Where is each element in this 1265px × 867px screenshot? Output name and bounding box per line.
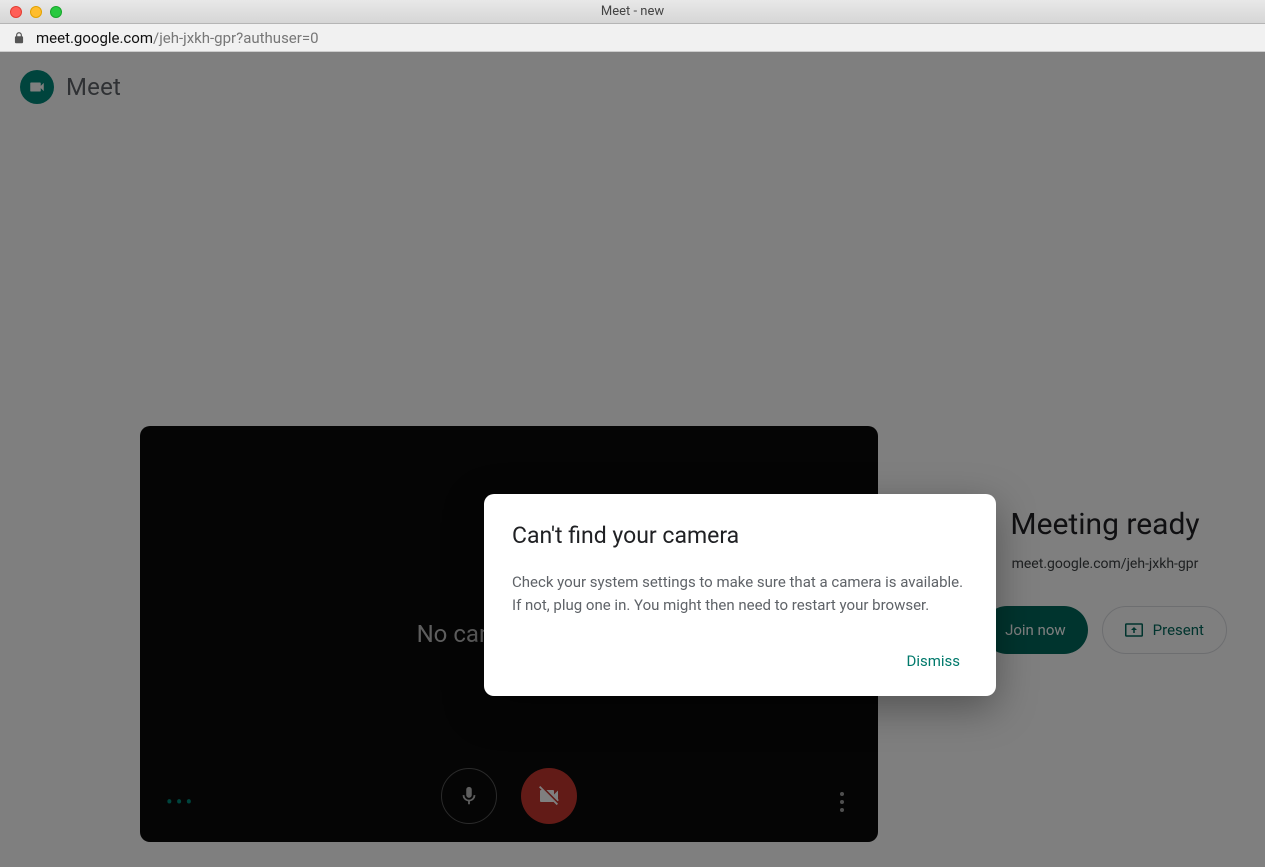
url-path: /jeh-jxkh-gpr?authuser=0 [153, 29, 319, 47]
dialog-actions: Dismiss [512, 644, 968, 678]
url-host: meet.google.com [36, 29, 153, 47]
dialog-body: Check your system settings to make sure … [512, 571, 968, 618]
lock-icon [12, 31, 26, 45]
address-bar[interactable]: meet.google.com/jeh-jxkh-gpr?authuser=0 [0, 24, 1265, 52]
window-title: Meet - new [0, 4, 1265, 19]
dismiss-button[interactable]: Dismiss [898, 644, 968, 678]
modal-backdrop[interactable] [0, 52, 1265, 867]
camera-error-dialog: Can't find your camera Check your system… [484, 494, 996, 696]
app-viewport: Meet No camera found ••• Meeting ready m… [0, 52, 1265, 867]
dialog-title: Can't find your camera [512, 522, 968, 549]
window-titlebar: Meet - new [0, 0, 1265, 24]
